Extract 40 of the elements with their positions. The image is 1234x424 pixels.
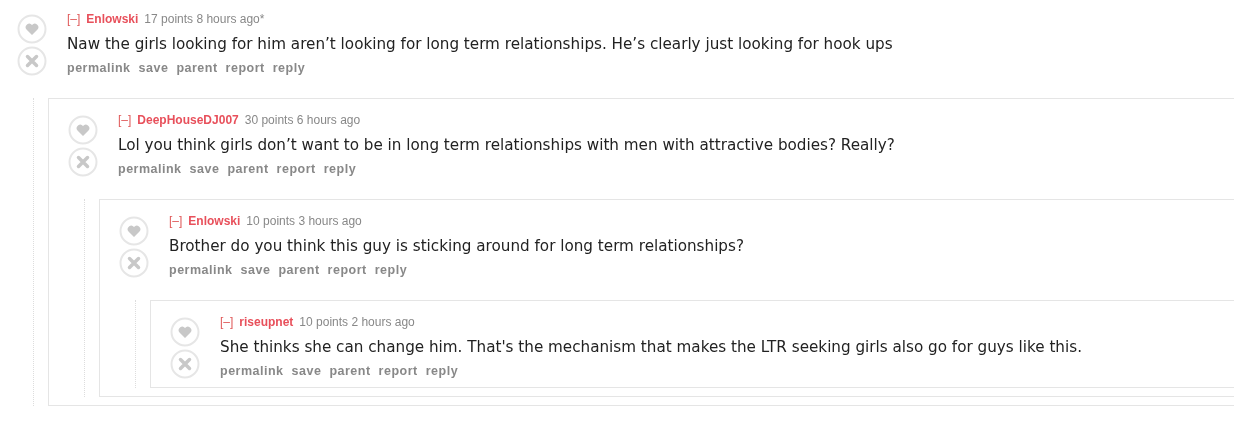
collapse-toggle[interactable]: [–] [220, 315, 234, 329]
action-link[interactable]: permalink [220, 364, 284, 378]
username-link[interactable]: riseupnet [239, 315, 294, 329]
collapse-toggle[interactable]: [–] [67, 12, 81, 26]
collapse-toggle[interactable]: [–] [118, 113, 132, 127]
comment-text: She thinks she can change him. That's the mechanism that makes the LTR seeking girls also go for guys like this. [220, 338, 1083, 356]
comment-text: Lol you think girls don’t want to be in long term relationships with men with attractive bodies? Really? [118, 136, 896, 154]
comment-text: Brother do you think this guy is sticking around for long term relationships? [169, 237, 745, 255]
action-link[interactable]: permalink [118, 162, 182, 176]
action-link[interactable]: parent [227, 162, 269, 176]
action-link[interactable]: reply [323, 162, 357, 176]
action-link[interactable]: report [225, 61, 265, 75]
username-link[interactable]: Enlowski [188, 214, 241, 228]
close-icon[interactable] [17, 46, 47, 76]
action-link[interactable]: permalink [67, 61, 131, 75]
action-link[interactable]: reply [425, 364, 459, 378]
comment-meta: 30 points 6 hours ago [244, 113, 361, 127]
action-link[interactable]: save [291, 364, 322, 378]
action-link[interactable]: report [276, 162, 316, 176]
collapse-toggle[interactable]: [–] [169, 214, 183, 228]
action-link[interactable]: parent [329, 364, 371, 378]
action-link[interactable]: reply [272, 61, 306, 75]
action-link[interactable]: permalink [169, 263, 233, 277]
comment-text: Naw the girls looking for him aren’t looking for long term relationships. He’s clearly just looking for hook ups [67, 35, 894, 53]
comment-meta: 10 points 3 hours ago [246, 214, 362, 228]
action-link[interactable]: parent [176, 61, 218, 75]
comment-meta: 10 points 2 hours ago [299, 315, 415, 329]
action-link[interactable]: reply [374, 263, 408, 277]
comment-meta: 17 points 8 hours ago* [144, 12, 265, 26]
action-link[interactable]: parent [278, 263, 320, 277]
action-link[interactable]: save [138, 61, 169, 75]
close-icon[interactable] [119, 248, 149, 278]
username-link[interactable]: DeepHouseDJ007 [137, 113, 239, 127]
close-icon[interactable] [68, 147, 98, 177]
action-link[interactable]: save [240, 263, 271, 277]
action-link[interactable]: report [378, 364, 418, 378]
close-icon[interactable] [170, 349, 200, 379]
username-link[interactable]: Enlowski [86, 12, 139, 26]
action-link[interactable]: report [327, 263, 367, 277]
action-link[interactable]: save [189, 162, 220, 176]
